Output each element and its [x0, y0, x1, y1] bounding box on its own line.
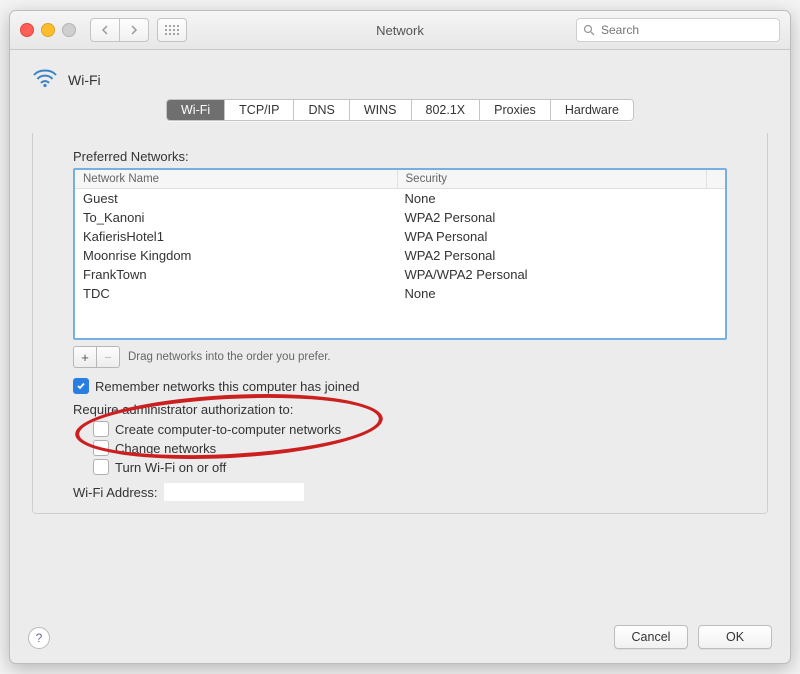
back-button[interactable]: [90, 18, 120, 42]
search-icon: [583, 24, 595, 36]
tab-wins[interactable]: WINS: [350, 100, 412, 120]
auth-option-row[interactable]: Turn Wi-Fi on or off: [93, 459, 727, 475]
nav-buttons: [90, 18, 149, 42]
auth-label: Require administrator authorization to:: [73, 402, 727, 417]
search-field[interactable]: [576, 18, 780, 42]
zoom-button[interactable]: [62, 23, 76, 37]
auth-option-row[interactable]: Change networks: [93, 440, 727, 456]
table-row[interactable]: TDCNone: [75, 284, 725, 303]
col-spacer: [707, 170, 725, 188]
remember-networks-checkbox[interactable]: [73, 378, 89, 394]
col-network-name[interactable]: Network Name: [75, 170, 398, 188]
preferred-networks-table[interactable]: Network Name Security GuestNoneTo_Kanoni…: [73, 168, 727, 340]
add-network-button[interactable]: +: [73, 346, 97, 368]
panel-header: Wi-Fi: [32, 68, 768, 91]
titlebar: Network: [10, 11, 790, 50]
help-button[interactable]: ?: [28, 627, 50, 649]
table-header: Network Name Security: [75, 170, 725, 189]
traffic-lights: [20, 23, 76, 37]
content: Wi-Fi Wi-FiTCP/IPDNSWINS802.1XProxiesHar…: [10, 50, 790, 532]
tab-wi-fi[interactable]: Wi-Fi: [167, 100, 225, 120]
wifi-advanced-panel: Preferred Networks: Network Name Securit…: [32, 133, 768, 514]
tab-tcp-ip[interactable]: TCP/IP: [225, 100, 294, 120]
remove-network-button[interactable]: −: [97, 346, 120, 368]
network-preferences-window: Network Wi-Fi Wi-FiTCP/IPDNSWINS802.1XPr…: [9, 10, 791, 664]
wifi-address-label: Wi-Fi Address:: [73, 485, 158, 500]
tab-hardware[interactable]: Hardware: [551, 100, 633, 120]
table-row[interactable]: Moonrise KingdomWPA2 Personal: [75, 246, 725, 265]
add-remove-bar: + − Drag networks into the order you pre…: [73, 346, 727, 368]
table-row[interactable]: To_KanoniWPA2 Personal: [75, 208, 725, 227]
preferred-networks-label: Preferred Networks:: [73, 149, 727, 164]
dialog-buttons: Cancel OK: [614, 625, 772, 649]
auth-checkbox[interactable]: [93, 459, 109, 475]
auth-checkbox[interactable]: [93, 440, 109, 456]
table-row[interactable]: FrankTownWPA/WPA2 Personal: [75, 265, 725, 284]
panel-title: Wi-Fi: [68, 72, 101, 88]
drag-hint: Drag networks into the order you prefer.: [128, 351, 331, 363]
auth-option-label: Turn Wi-Fi on or off: [115, 460, 226, 475]
search-input[interactable]: [599, 22, 773, 38]
cancel-button[interactable]: Cancel: [614, 625, 688, 649]
forward-button[interactable]: [120, 18, 149, 42]
auth-checkbox[interactable]: [93, 421, 109, 437]
auth-option-row[interactable]: Create computer-to-computer networks: [93, 421, 727, 437]
table-row[interactable]: KafierisHotel1WPA Personal: [75, 227, 725, 246]
tab-802-1x[interactable]: 802.1X: [412, 100, 481, 120]
auth-option-label: Create computer-to-computer networks: [115, 422, 341, 437]
wifi-address-row: Wi-Fi Address:: [73, 483, 727, 501]
close-button[interactable]: [20, 23, 34, 37]
ok-button[interactable]: OK: [698, 625, 772, 649]
col-security[interactable]: Security: [398, 170, 708, 188]
show-all-button[interactable]: [157, 18, 187, 42]
tab-dns[interactable]: DNS: [294, 100, 349, 120]
wifi-address-value: [164, 483, 304, 501]
tabs: Wi-FiTCP/IPDNSWINS802.1XProxiesHardware: [32, 99, 768, 121]
wifi-icon: [32, 68, 58, 91]
remember-networks-label: Remember networks this computer has join…: [95, 379, 359, 394]
tab-proxies[interactable]: Proxies: [480, 100, 551, 120]
table-row[interactable]: GuestNone: [75, 189, 725, 208]
auth-option-label: Change networks: [115, 441, 216, 456]
minimize-button[interactable]: [41, 23, 55, 37]
remember-networks-row[interactable]: Remember networks this computer has join…: [73, 378, 727, 394]
